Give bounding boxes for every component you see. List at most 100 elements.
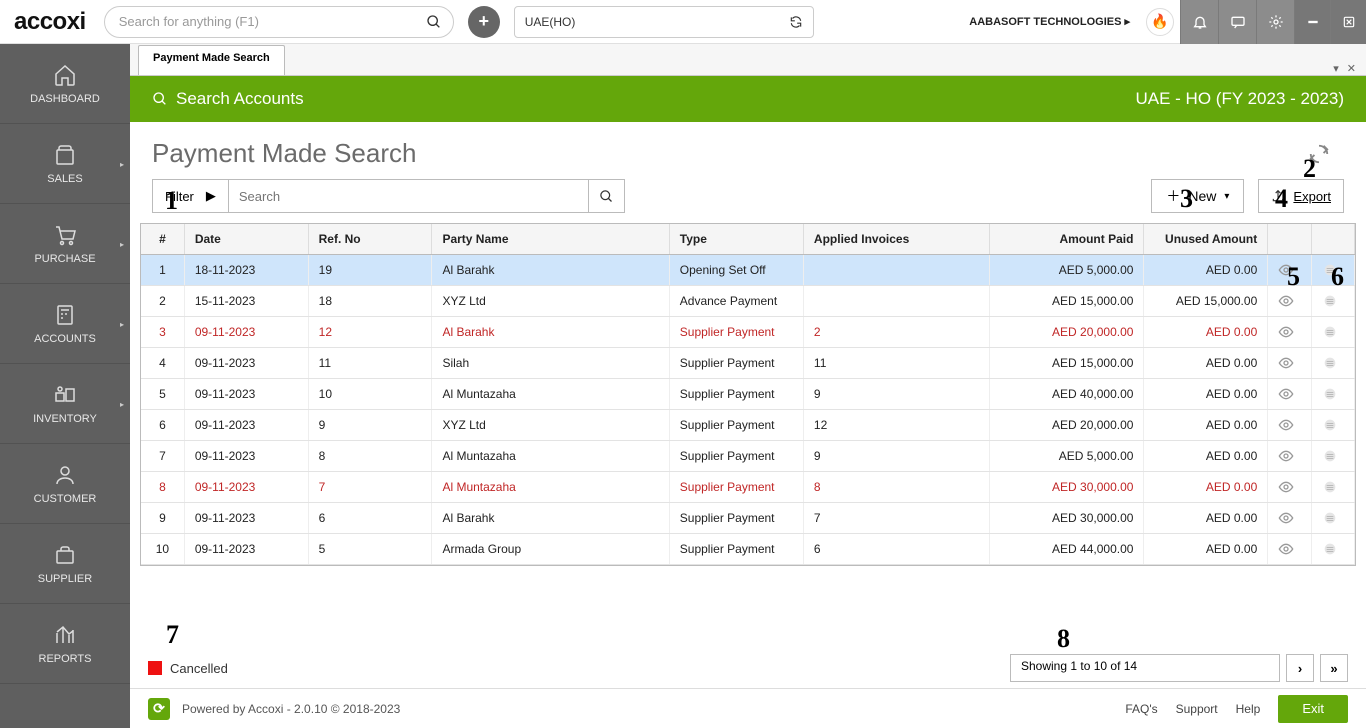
table-row[interactable]: 309-11-202312Al BarahkSupplier Payment2A… [141,317,1355,348]
cell-amount: AED 40,000.00 [989,379,1144,410]
table-row[interactable]: 809-11-20237Al MuntazahaSupplier Payment… [141,472,1355,503]
table-row[interactable]: 118-11-202319Al BarahkOpening Set OffAED… [141,255,1355,286]
sidebar-item-inventory[interactable]: INVENTORY▸ [0,364,130,444]
cell-unused: AED 0.00 [1144,255,1268,286]
sidebar-item-supplier[interactable]: SUPPLIER [0,524,130,604]
row-menu-icon[interactable] [1311,534,1354,565]
cell-index: 8 [141,472,184,503]
sidebar-item-sales[interactable]: SALES▸ [0,124,130,204]
row-menu-icon[interactable] [1311,472,1354,503]
close-icon[interactable] [1330,0,1366,44]
topbar: accoxi + UAE(HO) AABASOFT TECHNOLOGIES ▸… [0,0,1366,44]
view-icon[interactable] [1268,441,1311,472]
view-icon[interactable] [1268,379,1311,410]
row-menu-icon[interactable] [1311,503,1354,534]
sidebar-item-accounts[interactable]: ACCOUNTS▸ [0,284,130,364]
cell-date: 09-11-2023 [184,534,308,565]
table-row[interactable]: 1009-11-20235Armada GroupSupplier Paymen… [141,534,1355,565]
minimize-icon[interactable] [1294,0,1330,44]
footer-link-faq[interactable]: FAQ's [1125,702,1157,716]
cell-index: 7 [141,441,184,472]
cell-type: Supplier Payment [669,441,803,472]
col-party[interactable]: Party Name [432,224,669,255]
view-icon[interactable] [1268,503,1311,534]
cell-type: Supplier Payment [669,348,803,379]
row-menu-icon[interactable] [1311,379,1354,410]
company-name[interactable]: AABASOFT TECHNOLOGIES ▸ [969,15,1140,28]
table-header-row: # Date Ref. No Party Name Type Applied I… [141,224,1355,255]
cell-type: Advance Payment [669,286,803,317]
sync-icon[interactable] [789,15,803,29]
view-icon[interactable] [1268,348,1311,379]
table-row[interactable]: 609-11-20239XYZ LtdSupplier Payment12AED… [141,410,1355,441]
avatar-icon[interactable]: 🔥 [1146,8,1174,36]
view-icon[interactable] [1268,472,1311,503]
export-button[interactable]: Export [1258,179,1344,213]
search-icon[interactable] [426,14,442,30]
quick-add-button[interactable]: + [468,6,500,38]
sidebar-item-reports[interactable]: REPORTS [0,604,130,684]
col-date[interactable]: Date [184,224,308,255]
sidebar-item-dashboard[interactable]: DASHBOARD [0,44,130,124]
next-page-button[interactable]: › [1286,654,1314,682]
footer-link-support[interactable]: Support [1176,702,1218,716]
cell-index: 3 [141,317,184,348]
col-type[interactable]: Type [669,224,803,255]
cell-date: 18-11-2023 [184,255,308,286]
bell-icon[interactable] [1180,0,1218,44]
view-icon[interactable] [1268,410,1311,441]
cell-ref: 7 [308,472,432,503]
cell-index: 9 [141,503,184,534]
view-icon[interactable] [1268,317,1311,348]
cell-amount: AED 30,000.00 [989,503,1144,534]
cell-party: Armada Group [432,534,669,565]
table-row[interactable]: 409-11-202311SilahSupplier Payment11AED … [141,348,1355,379]
col-index[interactable]: # [141,224,184,255]
cell-type: Supplier Payment [669,534,803,565]
cell-unused: AED 0.00 [1144,317,1268,348]
annotation-5: 5 [1287,262,1300,292]
filter-search-button[interactable] [589,179,625,213]
row-menu-icon[interactable] [1311,441,1354,472]
col-unused[interactable]: Unused Amount [1144,224,1268,255]
cell-amount: AED 20,000.00 [989,317,1144,348]
cell-invoices: 8 [803,472,989,503]
exit-button[interactable]: Exit [1278,695,1348,723]
cell-ref: 8 [308,441,432,472]
col-ref[interactable]: Ref. No [308,224,432,255]
branch-selector[interactable]: UAE(HO) [514,6,814,38]
sidebar-item-customer[interactable]: CUSTOMER [0,444,130,524]
filter-button[interactable]: Filter ▶ [152,179,229,213]
search-input[interactable] [104,6,454,38]
cell-invoices: 6 [803,534,989,565]
row-menu-icon[interactable] [1311,410,1354,441]
tab-payment-made-search[interactable]: Payment Made Search [138,45,285,75]
page-title: Payment Made Search [152,138,416,169]
filter-search-input[interactable] [229,179,589,213]
cell-date: 09-11-2023 [184,410,308,441]
sidebar-item-purchase[interactable]: PURCHASE▸ [0,204,130,284]
last-page-button[interactable]: » [1320,654,1348,682]
pagination: Showing 1 to 10 of 14 › » [1010,654,1348,682]
cell-amount: AED 30,000.00 [989,472,1144,503]
new-button[interactable]: ＋ New ▾ [1151,179,1244,213]
tab-dropdown-icon[interactable]: ▾ [1333,62,1339,75]
chat-icon[interactable] [1218,0,1256,44]
col-amount[interactable]: Amount Paid [989,224,1144,255]
tab-close-icon[interactable]: ✕ [1347,62,1356,75]
context-title: Search Accounts [176,89,304,109]
row-menu-icon[interactable] [1311,348,1354,379]
legend-color-icon [148,661,162,675]
footer-link-help[interactable]: Help [1236,702,1261,716]
footer-powered: Powered by Accoxi - 2.0.10 © 2018-2023 [182,702,400,716]
row-menu-icon[interactable] [1311,317,1354,348]
table-row[interactable]: 709-11-20238Al MuntazahaSupplier Payment… [141,441,1355,472]
table-row[interactable]: 215-11-202318XYZ LtdAdvance PaymentAED 1… [141,286,1355,317]
gear-icon[interactable] [1256,0,1294,44]
table-row[interactable]: 509-11-202310Al MuntazahaSupplier Paymen… [141,379,1355,410]
col-invoices[interactable]: Applied Invoices [803,224,989,255]
view-icon[interactable] [1268,534,1311,565]
table-row[interactable]: 909-11-20236Al BarahkSupplier Payment7AE… [141,503,1355,534]
cell-party: Al Barahk [432,255,669,286]
cell-party: XYZ Ltd [432,286,669,317]
